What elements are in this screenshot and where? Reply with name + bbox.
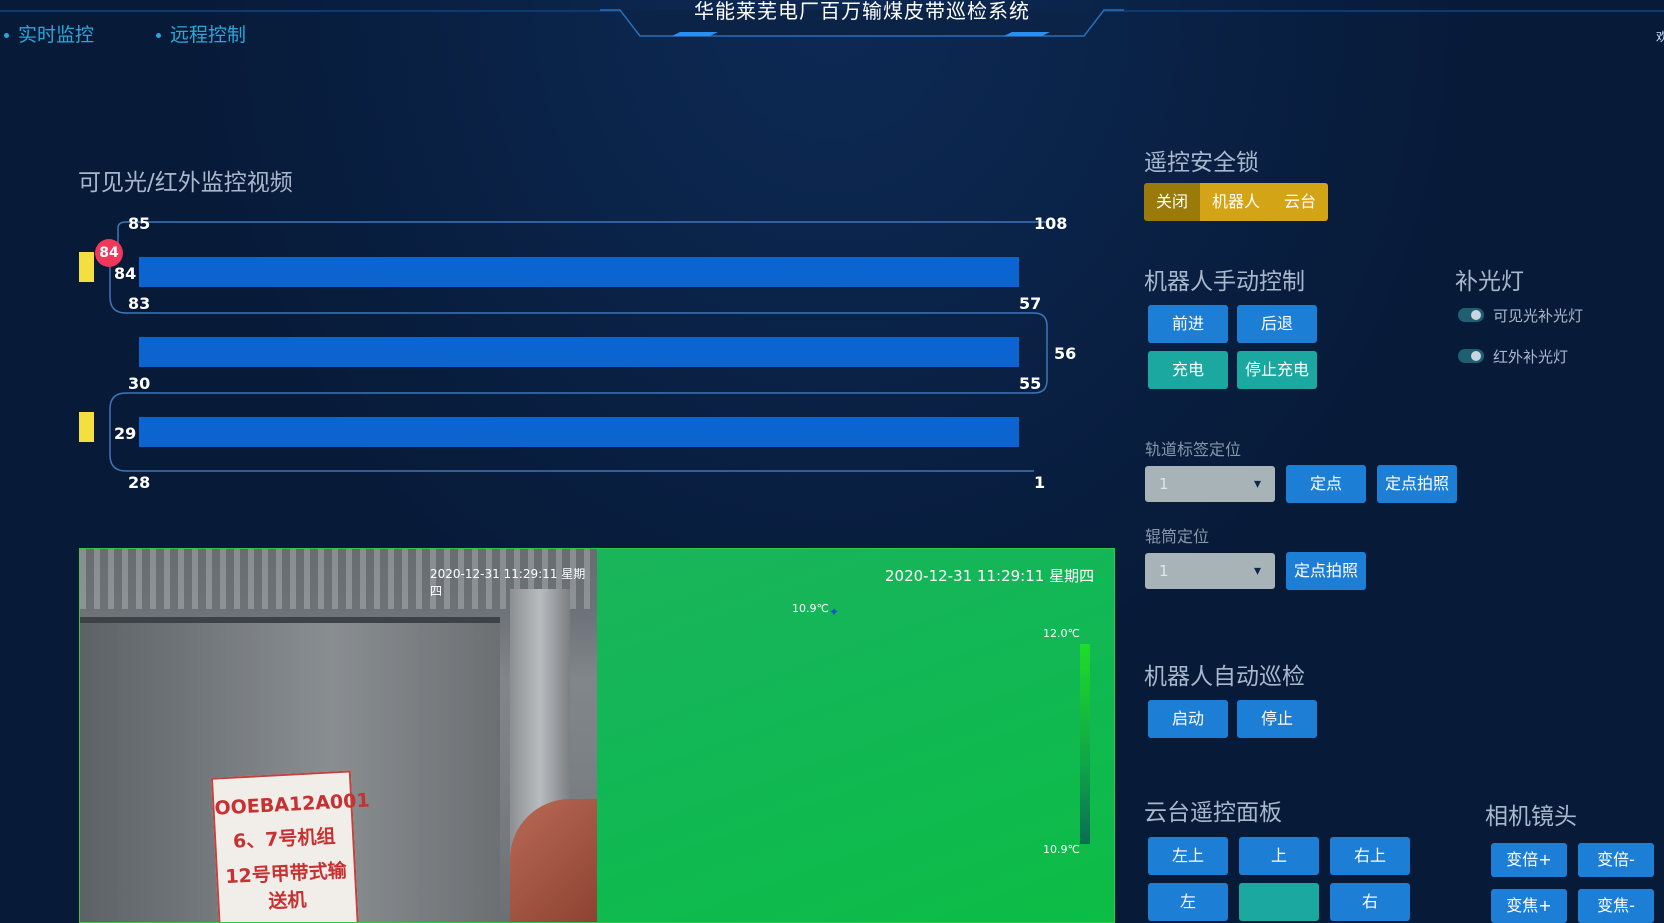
infrared-light-toggle[interactable] (1458, 349, 1484, 363)
chevron-down-icon: ▾ (1253, 476, 1261, 492)
roller-position-select[interactable]: 1 ▾ (1145, 553, 1275, 589)
label-row2-bottom-left: 30 (128, 374, 151, 393)
label-row1-bottom-left: 83 (128, 294, 151, 313)
equipment-sign: OOEBA12A001 6、7号机组 12号甲带式输送机 (210, 770, 370, 922)
label-top-left: 85 (128, 214, 151, 233)
ir-timestamp: 2020-12-31 11:29:11 星期四 (885, 567, 1095, 585)
forward-button[interactable]: 前进 (1148, 305, 1228, 343)
ir-min-temp: 10.9℃ (1043, 843, 1080, 856)
focus-in-button[interactable]: 变焦+ (1491, 889, 1567, 923)
track-tag-select[interactable]: 1 ▾ (1145, 466, 1275, 502)
welcome-text: 欢 (1656, 30, 1664, 44)
roller-position-label: 辊筒定位 (1145, 527, 1210, 546)
visible-light-video[interactable]: OOEBA12A001 6、7号机组 12号甲带式输送机 2020-12-31 … (80, 549, 600, 922)
belt-segment-3 (139, 417, 1019, 447)
position-marker-1 (79, 252, 94, 282)
label-row1-bottom-right: 57 (1019, 294, 1042, 313)
stop-charge-button[interactable]: 停止充电 (1237, 351, 1317, 389)
nav-dot-icon (156, 33, 161, 38)
visible-timestamp: 2020-12-31 11:29:11 星期四 (430, 567, 586, 598)
robot-location-badge[interactable]: 84 (95, 239, 123, 267)
roller-fix-photo-button[interactable]: 定点拍照 (1286, 552, 1366, 590)
ptz-up-right-button[interactable]: 右上 (1330, 837, 1410, 875)
belt-segment-2 (139, 337, 1019, 367)
position-marker-2 (79, 412, 94, 442)
camera-lens-title: 相机镜头 (1485, 804, 1577, 830)
label-top-right: 108 (1034, 214, 1068, 233)
ptz-center-button[interactable] (1239, 883, 1319, 921)
safety-lock-title: 遥控安全锁 (1144, 150, 1259, 176)
track-tag-label: 轨道标签定位 (1145, 440, 1242, 459)
label-row2-bottom-right: 55 (1019, 374, 1042, 393)
ir-max-temp: 12.0℃ (1043, 627, 1080, 640)
visible-light-toggle[interactable] (1458, 308, 1484, 322)
label-mid-right: 56 (1054, 344, 1077, 363)
video-section-title: 可见光/红外监控视频 (78, 170, 293, 196)
ptz-right-button[interactable]: 右 (1330, 883, 1410, 921)
auto-start-button[interactable]: 启动 (1148, 700, 1228, 738)
crosshair-icon: ✦ (829, 605, 840, 619)
infrared-video[interactable]: 2020-12-31 11:29:11 星期四 10.9℃ ✦ 12.0℃ 10… (597, 549, 1114, 922)
page-title: 华能莱芜电厂百万输煤皮带巡检系统 (694, 0, 1030, 23)
belt-segment-1 (139, 257, 1019, 287)
charge-button[interactable]: 充电 (1148, 351, 1228, 389)
label-row3-left: 29 (114, 424, 137, 443)
lock-off-option[interactable]: 关闭 (1144, 183, 1201, 221)
ir-point-temp: 10.9℃ (792, 602, 829, 615)
ptz-up-left-button[interactable]: 左上 (1148, 837, 1228, 875)
backward-button[interactable]: 后退 (1237, 305, 1317, 343)
nav-dot-icon (4, 33, 9, 38)
label-bottom-right: 1 (1034, 473, 1046, 492)
nav-remote-control[interactable]: 远程控制 (156, 20, 246, 47)
fill-light-title: 补光灯 (1455, 269, 1524, 295)
infrared-light-label: 红外补光灯 (1493, 348, 1569, 366)
ptz-left-button[interactable]: 左 (1148, 883, 1228, 921)
ptz-panel-title: 云台遥控面板 (1144, 800, 1282, 826)
safety-lock-switch: 关闭 机器人 云台 (1144, 183, 1329, 221)
lock-robot-option[interactable]: 机器人 (1200, 183, 1273, 221)
auto-stop-button[interactable]: 停止 (1237, 700, 1317, 738)
manual-control-title: 机器人手动控制 (1144, 269, 1305, 295)
track-fix-button[interactable]: 定点 (1286, 465, 1366, 503)
video-panel[interactable]: OOEBA12A001 6、7号机组 12号甲带式输送机 2020-12-31 … (79, 548, 1115, 923)
visible-light-label: 可见光补光灯 (1493, 307, 1584, 325)
zoom-out-button[interactable]: 变倍- (1578, 843, 1654, 877)
lock-ptz-option[interactable]: 云台 (1272, 183, 1329, 221)
ir-temperature-scale (1080, 644, 1090, 844)
chevron-down-icon: ▾ (1253, 563, 1261, 579)
track-fix-photo-button[interactable]: 定点拍照 (1377, 465, 1457, 503)
nav-realtime-monitor[interactable]: 实时监控 (4, 20, 94, 47)
focus-out-button[interactable]: 变焦- (1578, 889, 1654, 923)
auto-patrol-title: 机器人自动巡检 (1144, 664, 1305, 690)
zoom-in-button[interactable]: 变倍+ (1491, 843, 1567, 877)
label-row1-left: 84 (114, 264, 137, 283)
label-bottom-left: 28 (128, 473, 151, 492)
ptz-up-button[interactable]: 上 (1239, 837, 1319, 875)
